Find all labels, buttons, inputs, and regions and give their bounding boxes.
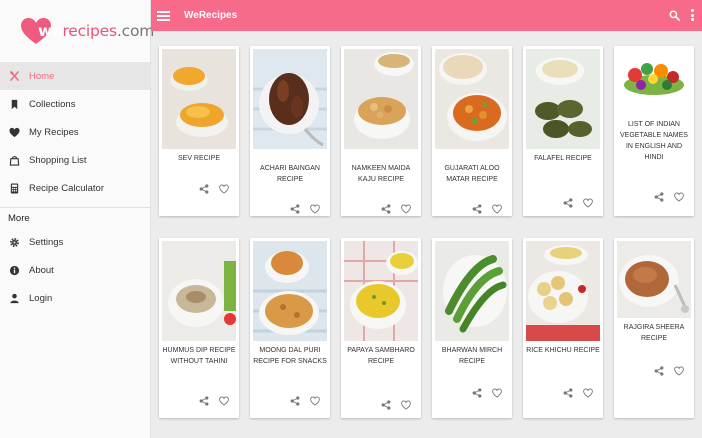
- recipe-card[interactable]: LIST OF INDIAN VEGETABLE NAMES IN ENGLIS…: [614, 46, 694, 216]
- share-icon[interactable]: [381, 400, 391, 410]
- sidebar-item-label: Collections: [29, 98, 76, 110]
- favorite-heart-icon[interactable]: [674, 192, 684, 202]
- app-bar: WeRecipes: [151, 0, 702, 31]
- recipe-image: [526, 49, 600, 149]
- sidebar-section-more: More: [8, 213, 30, 224]
- recipe-image: [435, 49, 509, 149]
- recipe-card[interactable]: MOONG DAL PURI RECIPE FOR SNACKS: [250, 238, 330, 418]
- sidebar-item-label: About: [29, 264, 54, 276]
- recipe-title: MOONG DAL PURI RECIPE FOR SNACKS: [253, 347, 327, 365]
- favorite-heart-icon[interactable]: [492, 204, 502, 214]
- sidebar-item-label: Settings: [29, 236, 64, 248]
- recipe-image: [617, 241, 691, 318]
- share-icon[interactable]: [199, 184, 209, 194]
- sidebar-item-collections[interactable]: Collections: [0, 90, 150, 118]
- recipe-title: NAMKEEN MAIDA KAJU RECIPE: [351, 165, 411, 183]
- favorite-heart-icon[interactable]: [310, 396, 320, 406]
- heart-icon: [9, 127, 20, 138]
- share-icon[interactable]: [290, 204, 300, 214]
- recipe-image: [253, 49, 327, 149]
- sidebar-item-label: My Recipes: [29, 126, 79, 138]
- recipe-title: GUJARATI ALOO MATAR RECIPE: [444, 165, 500, 183]
- recipe-card[interactable]: RICE KHICHU RECIPE: [523, 238, 603, 418]
- favorite-heart-icon[interactable]: [492, 388, 502, 398]
- sidebar-item-home[interactable]: Home: [0, 62, 150, 90]
- sidebar-item-shopping-list[interactable]: Shopping List: [0, 146, 150, 174]
- search-icon[interactable]: [669, 10, 680, 21]
- share-icon[interactable]: [199, 396, 209, 406]
- sidebar-item-my-recipes[interactable]: My Recipes: [0, 118, 150, 146]
- info-icon: [9, 265, 20, 276]
- sidebar-item-label: Recipe Calculator: [29, 182, 104, 194]
- recipe-image: [162, 49, 236, 149]
- sidebar-item-recipe-calculator[interactable]: Recipe Calculator: [0, 174, 150, 202]
- favorite-heart-icon[interactable]: [219, 184, 229, 194]
- recipe-title: RAJGIRA SHEERA RECIPE: [623, 324, 685, 342]
- person-icon: [9, 293, 20, 304]
- share-icon[interactable]: [654, 192, 664, 202]
- cutlery-icon: [9, 70, 20, 82]
- recipe-image: [435, 241, 509, 341]
- recipe-title: ACHARI BAINGAN RECIPE: [260, 165, 320, 183]
- recipe-title: LIST OF INDIAN VEGETABLE NAMES IN ENGLIS…: [620, 121, 688, 161]
- recipe-image: [253, 241, 327, 341]
- sidebar-item-login[interactable]: Login: [0, 284, 150, 312]
- recipe-card[interactable]: GUJARATI ALOO MATAR RECIPE: [432, 46, 512, 216]
- navigation-drawer: werecipes.com Home Collections My Recipe…: [0, 0, 154, 438]
- shopping-bag-icon: [9, 155, 20, 166]
- share-icon[interactable]: [381, 204, 391, 214]
- favorite-heart-icon[interactable]: [401, 204, 411, 214]
- gear-icon: [9, 237, 20, 248]
- recipe-card[interactable]: RAJGIRA SHEERA RECIPE: [614, 238, 694, 418]
- recipe-image: [344, 49, 418, 149]
- share-icon[interactable]: [563, 388, 573, 398]
- recipe-card[interactable]: NAMKEEN MAIDA KAJU RECIPE: [341, 46, 421, 216]
- recipe-card[interactable]: SEV RECIPE: [159, 46, 239, 216]
- favorite-heart-icon[interactable]: [583, 388, 593, 398]
- recipe-card[interactable]: FALAFEL RECIPE: [523, 46, 603, 216]
- share-icon[interactable]: [472, 388, 482, 398]
- favorite-heart-icon[interactable]: [401, 400, 411, 410]
- recipe-grid: SEV RECIPE ACHARI BAINGAN RECIPE NAMKEEN…: [151, 31, 702, 438]
- favorite-heart-icon[interactable]: [310, 204, 320, 214]
- sidebar-item-settings[interactable]: Settings: [0, 228, 150, 256]
- favorite-heart-icon[interactable]: [674, 366, 684, 376]
- sidebar-item-about[interactable]: About: [0, 256, 150, 284]
- sidebar-item-label: Shopping List: [29, 154, 87, 166]
- brand-wordmark: werecipes.com: [38, 22, 155, 40]
- favorite-heart-icon[interactable]: [219, 396, 229, 406]
- recipe-image: [617, 49, 691, 126]
- calculator-icon: [9, 182, 20, 194]
- share-icon[interactable]: [290, 396, 300, 406]
- recipe-card[interactable]: ACHARI BAINGAN RECIPE: [250, 46, 330, 216]
- recipe-title: SEV RECIPE: [177, 155, 220, 162]
- favorite-heart-icon[interactable]: [583, 198, 593, 208]
- brand-logo[interactable]: werecipes.com: [0, 0, 154, 62]
- sidebar-item-label: Login: [29, 292, 53, 304]
- recipe-image: [162, 241, 236, 341]
- share-icon[interactable]: [654, 366, 664, 376]
- sidebar-item-label: Home: [29, 70, 55, 82]
- recipe-title: RICE KHICHU RECIPE: [526, 347, 600, 354]
- bookmark-icon: [9, 99, 20, 110]
- recipe-image: [344, 241, 418, 341]
- recipe-image: [526, 241, 600, 341]
- share-icon[interactable]: [472, 204, 482, 214]
- recipe-title: FALAFEL RECIPE: [534, 155, 592, 162]
- hamburger-menu-icon[interactable]: [157, 10, 170, 21]
- app-title: WeRecipes: [184, 10, 238, 21]
- recipe-card[interactable]: HUMMUS DIP RECIPE WITHOUT TAHINI: [159, 238, 239, 418]
- recipe-title: HUMMUS DIP RECIPE WITHOUT TAHINI: [162, 347, 236, 365]
- recipe-title: PAPAYA SAMBHARO RECIPE: [347, 347, 415, 365]
- recipe-card[interactable]: BHARWAN MIRCH RECIPE: [432, 238, 512, 418]
- share-icon[interactable]: [563, 198, 573, 208]
- recipe-title: BHARWAN MIRCH RECIPE: [441, 347, 503, 365]
- recipe-card[interactable]: PAPAYA SAMBHARO RECIPE: [341, 238, 421, 418]
- overflow-menu-icon[interactable]: [690, 9, 694, 21]
